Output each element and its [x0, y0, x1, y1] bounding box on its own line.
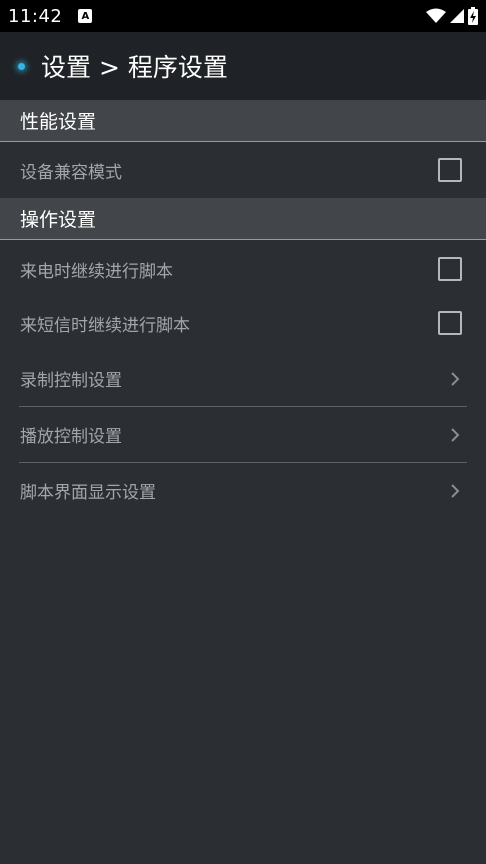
- setting-script-ui-display[interactable]: 脚本界面显示设置: [0, 463, 486, 518]
- continue-on-sms-checkbox[interactable]: [438, 311, 462, 335]
- app-bar: 设置 > 程序设置: [0, 32, 486, 100]
- setting-record-control[interactable]: 录制控制设置: [0, 351, 486, 406]
- setting-device-compat[interactable]: 设备兼容模式: [0, 142, 486, 198]
- page-title: 设置 > 程序设置: [41, 53, 228, 82]
- chevron-right-icon: [451, 427, 460, 442]
- signal-icon: [450, 9, 464, 23]
- device-compat-checkbox[interactable]: [438, 158, 462, 182]
- setting-label: 来短信时继续进行脚本: [20, 315, 190, 336]
- setting-label: 脚本界面显示设置: [20, 483, 156, 503]
- setting-playback-control[interactable]: 播放控制设置: [0, 407, 486, 462]
- wifi-icon: [426, 8, 446, 23]
- battery-charging-icon: [468, 7, 478, 25]
- app-indicator-icon: [18, 62, 25, 70]
- setting-continue-on-sms[interactable]: 来短信时继续进行脚本: [0, 295, 486, 351]
- continue-on-call-checkbox[interactable]: [438, 257, 462, 281]
- section-header-operation: 操作设置: [0, 198, 486, 240]
- status-time: 11:42: [8, 5, 63, 27]
- setting-label: 来电时继续进行脚本: [20, 261, 173, 282]
- chevron-right-icon: [451, 483, 460, 498]
- chevron-right-icon: [451, 371, 460, 386]
- status-bar: 11:42 A: [0, 0, 486, 32]
- status-icons: [426, 0, 478, 32]
- section-header-performance: 性能设置: [0, 100, 486, 142]
- setting-label: 播放控制设置: [20, 427, 122, 447]
- notification-a-icon: A: [78, 9, 93, 23]
- setting-label: 设备兼容模式: [20, 162, 122, 183]
- setting-label: 录制控制设置: [20, 371, 122, 391]
- setting-continue-on-call[interactable]: 来电时继续进行脚本: [0, 241, 486, 297]
